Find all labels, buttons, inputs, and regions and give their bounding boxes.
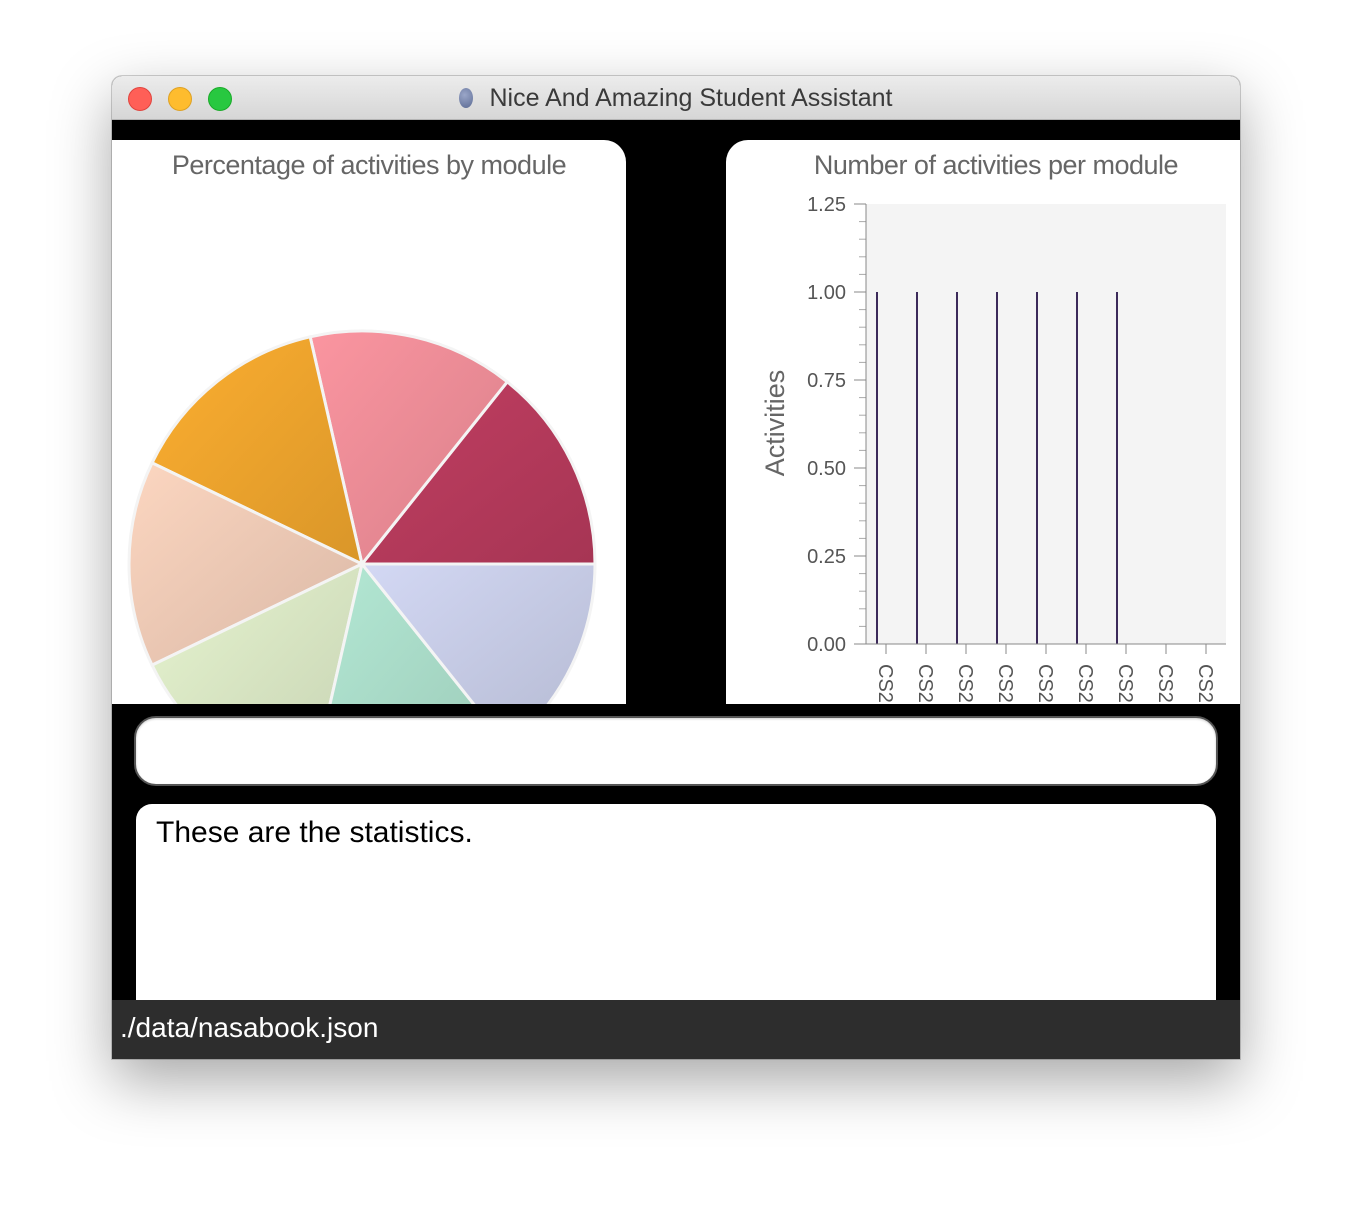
- x-tick-label: CS2: [1154, 664, 1176, 703]
- x-tick-label: CS2: [1114, 664, 1136, 703]
- x-tick-label: CS2: [994, 664, 1016, 703]
- pie-chart: [127, 329, 597, 704]
- x-tick-label: CS2: [1034, 664, 1056, 703]
- window-title-wrap: Nice And Amazing Student Assistant: [112, 76, 1240, 120]
- x-tick-label: CS2: [1074, 664, 1096, 703]
- app-window: Nice And Amazing Student Assistant Perce…: [112, 76, 1240, 1059]
- status-file-path: ./data/nasabook.json: [120, 1012, 379, 1043]
- y-tick-label: 1.00: [807, 282, 846, 304]
- title-bar[interactable]: Nice And Amazing Student Assistant: [112, 76, 1240, 120]
- x-tick-label: CS2: [874, 664, 896, 703]
- command-input[interactable]: [136, 718, 1216, 784]
- result-text: These are the statistics.: [156, 816, 473, 849]
- command-box[interactable]: [134, 716, 1218, 786]
- bar-chart: Activities 0.00 0.25 0.50 0.75 1.00 1.25 CS2 C…: [760, 194, 1226, 703]
- result-display: These are the statistics.: [136, 804, 1216, 1000]
- y-tick-label: 0.50: [807, 458, 846, 480]
- x-tick-label: CS2: [914, 664, 936, 703]
- y-tick-label: 0.25: [807, 546, 846, 568]
- y-axis-label: Activities: [760, 370, 790, 477]
- x-tick-label: CS2: [1194, 664, 1216, 703]
- plot-area-background: [866, 204, 1226, 644]
- window-title: Nice And Amazing Student Assistant: [489, 83, 893, 112]
- x-tick-label: CS2: [954, 664, 976, 703]
- y-tick-label: 0.75: [807, 370, 846, 392]
- y-tick-label: 1.25: [807, 194, 846, 216]
- pie-chart-panel: Percentage of activities by module: [112, 140, 626, 704]
- status-bar: ./data/nasabook.json: [112, 1000, 1240, 1059]
- y-tick-label: 0.00: [807, 634, 846, 656]
- nasa-logo-icon: [459, 88, 474, 108]
- bar-chart-panel: Number of activities per module Activiti…: [726, 140, 1240, 704]
